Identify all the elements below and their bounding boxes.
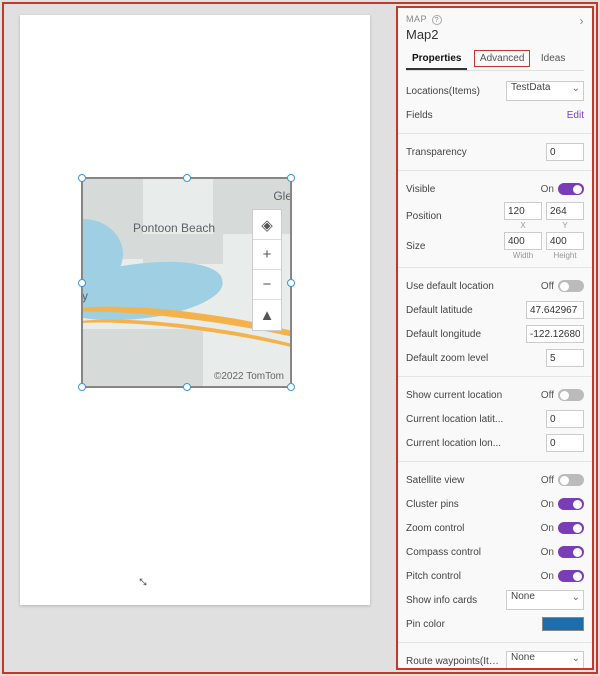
zoom-control-toggle[interactable] (558, 522, 584, 534)
compass-button[interactable]: ◈ (253, 210, 281, 240)
help-icon[interactable]: ? (432, 15, 442, 25)
position-label: Position (406, 211, 504, 222)
pin-color-label: Pin color (406, 619, 542, 630)
resize-handle[interactable] (183, 174, 191, 182)
chevron-right-icon[interactable]: › (580, 14, 585, 28)
show-current-toggle[interactable] (558, 389, 584, 401)
zoom-out-button[interactable]: − (253, 270, 281, 300)
position-y-input[interactable] (546, 202, 584, 220)
map-control-selected[interactable]: Pontoon Beach ity Gle ◈ + − ▲ ©2022 TomT… (82, 178, 291, 387)
resize-handle[interactable] (183, 383, 191, 391)
resize-handle[interactable] (287, 174, 295, 182)
compass-control-toggle[interactable] (558, 546, 584, 558)
fields-edit-link[interactable]: Edit (567, 110, 584, 121)
zoom-control-label: Zoom control (406, 523, 536, 534)
tab-advanced[interactable]: Advanced (474, 50, 530, 67)
current-lon-label: Current location lon... (406, 438, 546, 449)
default-lon-label: Default longitude (406, 329, 526, 340)
canvas-area: Pontoon Beach ity Gle ◈ + − ▲ ©2022 TomT… (10, 10, 380, 610)
map-city-label: ity (82, 289, 88, 303)
map-controls: ◈ + − ▲ (252, 209, 282, 331)
zoom-in-button[interactable]: + (253, 240, 281, 270)
properties-pane: MAP ? › Map2 Properties Advanced Ideas L… (396, 6, 594, 670)
pitch-control-label: Pitch control (406, 571, 536, 582)
route-waypoints-label: Route waypoints(Ite... (406, 656, 506, 667)
fields-label: Fields (406, 110, 567, 121)
transparency-input[interactable] (546, 143, 584, 161)
app-screen: Pontoon Beach ity Gle ◈ + − ▲ ©2022 TomT… (20, 15, 370, 605)
info-cards-label: Show info cards (406, 595, 506, 606)
default-lat-label: Default latitude (406, 305, 526, 316)
default-lon-input[interactable] (526, 325, 584, 343)
map-visual[interactable]: Pontoon Beach ity Gle ◈ + − ▲ ©2022 TomT… (82, 178, 291, 387)
position-x-input[interactable] (504, 202, 542, 220)
size-label: Size (406, 241, 504, 252)
satellite-toggle[interactable] (558, 474, 584, 486)
resize-handle[interactable] (287, 279, 295, 287)
pin-color-swatch[interactable] (542, 617, 584, 631)
resize-handle[interactable] (287, 383, 295, 391)
tab-properties[interactable]: Properties (406, 49, 467, 70)
default-zoom-label: Default zoom level (406, 353, 546, 364)
size-h-input[interactable] (546, 232, 584, 250)
default-lat-input[interactable] (526, 301, 584, 319)
show-current-label: Show current location (406, 390, 536, 401)
cluster-toggle[interactable] (558, 498, 584, 510)
visible-toggle[interactable] (558, 183, 584, 195)
info-cards-select[interactable]: None (506, 590, 584, 610)
pane-type-label: MAP ? › (406, 14, 584, 25)
resize-handle[interactable] (78, 174, 86, 182)
tab-ideas[interactable]: Ideas (535, 49, 571, 68)
locations-select[interactable]: TestData (506, 81, 584, 101)
current-lat-label: Current location latit... (406, 414, 546, 425)
object-name: Map2 (406, 27, 584, 42)
visible-label: Visible (406, 184, 536, 195)
use-default-location-toggle[interactable] (558, 280, 584, 292)
resize-handle[interactable] (78, 383, 86, 391)
route-waypoints-select[interactable]: None (506, 651, 584, 668)
map-city-label: Pontoon Beach (133, 221, 215, 235)
compass-control-label: Compass control (406, 547, 536, 558)
default-zoom-input[interactable] (546, 349, 584, 367)
pane-tabs: Properties Advanced Ideas (406, 48, 584, 71)
pitch-button[interactable]: ▲ (253, 300, 281, 330)
size-w-input[interactable] (504, 232, 542, 250)
pitch-control-toggle[interactable] (558, 570, 584, 582)
current-lon-input[interactable] (546, 434, 584, 452)
resize-handle[interactable] (78, 279, 86, 287)
transparency-label: Transparency (406, 147, 546, 158)
map-copyright: ©2022 TomTom (214, 371, 284, 382)
current-lat-input[interactable] (546, 410, 584, 428)
satellite-label: Satellite view (406, 475, 536, 486)
cluster-label: Cluster pins (406, 499, 536, 510)
use-default-location-label: Use default location (406, 281, 536, 292)
map-city-label: Gle (273, 189, 291, 203)
locations-label: Locations(Items) (406, 86, 506, 97)
